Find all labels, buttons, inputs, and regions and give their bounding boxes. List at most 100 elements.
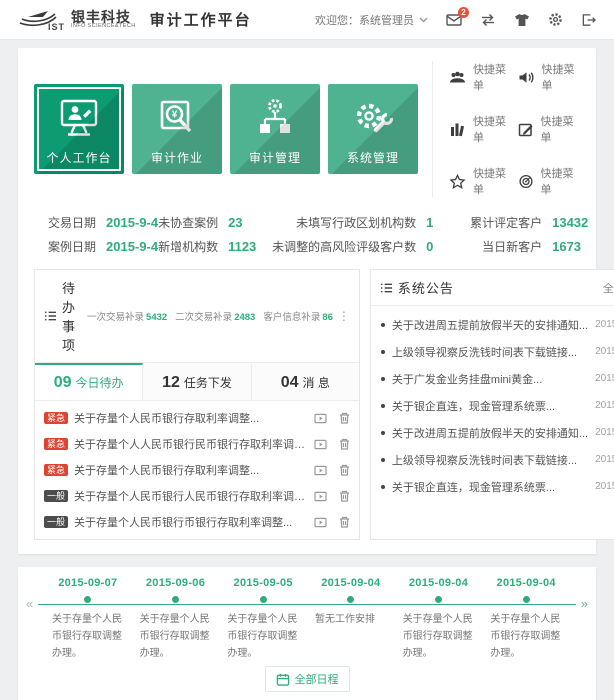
notice-item-date: 2015/08/20: [595, 346, 614, 357]
notice-item[interactable]: 上级领导视察反洗钱时间表下载链接... 2015/08/20: [371, 446, 614, 473]
quick-menu-favorite[interactable]: 快捷菜单: [449, 165, 512, 197]
timeline-text: 关于存量个人民币银行存取调整办理。: [225, 611, 301, 662]
todo-counters: 一次交易补录5432 二次交易补录2483 客户信息补录86: [87, 309, 333, 323]
priority-badge: 一般: [44, 490, 68, 502]
timeline-entry[interactable]: 2015-09-06 关于存量个人民币银行存取调整办理。: [132, 577, 220, 662]
stat-group-org: 未填写行政区划机构数1 未调整的高风险评级客户数0: [272, 214, 470, 255]
todo-tab[interactable]: 12任务下发: [143, 363, 251, 400]
timeline-text: 暂无工作安排: [313, 611, 389, 628]
notice-item-text[interactable]: 上级领导视察反洗钱时间表下载链接...: [392, 452, 588, 468]
notice-item-text[interactable]: 上级领导视察反洗钱时间表下载链接...: [392, 344, 588, 360]
trash-icon[interactable]: [339, 412, 350, 424]
stat-label: 当日新客户: [470, 238, 542, 255]
todo-counter[interactable]: 一次交易补录5432: [87, 309, 167, 323]
todo-item[interactable]: 紧急 关于存量个人人民币银行民币银行存取利率调整...: [35, 431, 359, 457]
tile-label: 审计管理: [230, 149, 320, 166]
notice-all-link[interactable]: 全部214: [603, 280, 614, 296]
notice-item[interactable]: 上级领导视察反洗钱时间表下载链接... 2015/08/20: [371, 338, 614, 365]
all-schedule-button[interactable]: 全部日程: [265, 666, 350, 692]
quick-menu-edit[interactable]: 快捷菜单: [518, 113, 581, 145]
notice-item-text[interactable]: 关于银企直连，现金管理系统票...: [392, 398, 588, 414]
notice-item-text[interactable]: 关于广发金业务挂盘mini黄金...: [392, 371, 588, 387]
forward-icon[interactable]: [314, 517, 327, 528]
forward-icon[interactable]: [314, 439, 327, 450]
stat-value: 1123: [228, 239, 272, 254]
todo-tab[interactable]: 09今日待办: [35, 363, 143, 400]
all-schedule-label: 全部日程: [295, 671, 339, 687]
todo-tab[interactable]: 04消 息: [252, 363, 359, 400]
notice-item-text[interactable]: 关于银企直连，现金管理系统票...: [392, 479, 588, 495]
notice-item-date: 2015/08/20: [595, 427, 614, 438]
tile-system-management[interactable]: 系统管理: [328, 84, 418, 174]
notice-item-text[interactable]: 关于改进周五提前放假半天的安排通知...: [392, 317, 588, 333]
message-icon[interactable]: 2: [446, 13, 462, 27]
notice-item[interactable]: 关于银企直连，现金管理系统票... 2015/08/20: [371, 473, 614, 500]
trash-icon[interactable]: [339, 516, 350, 528]
notice-item-date: 2015/08/20: [595, 400, 614, 411]
notice-item[interactable]: 关于银企直连，现金管理系统票... 2015/08/20: [371, 392, 614, 419]
quick-menu-target[interactable]: 快捷菜单: [518, 165, 581, 197]
stat-label: 案例日期: [48, 238, 96, 255]
notice-item-text[interactable]: 关于改进周五提前放假半天的安排通知...: [392, 425, 588, 441]
timeline-prev-icon[interactable]: «: [26, 597, 33, 610]
trash-icon[interactable]: [339, 438, 350, 450]
bullet-icon: [381, 377, 385, 381]
quick-menu-speaker[interactable]: 快捷菜单: [518, 61, 581, 93]
todo-list: 紧急 关于存量个人民币银行存取利率调整...: [35, 401, 359, 539]
notice-panel: 系统公告 全部214 关于改进周五提前放假半天的安排通知... 2015/08/…: [370, 269, 614, 540]
timeline-entry[interactable]: 2015-09-04 暂无工作安排: [307, 577, 395, 662]
notice-item[interactable]: 关于改进周五提前放假半天的安排通知... 2015/08/20: [371, 419, 614, 446]
notice-item[interactable]: 关于广发金业务挂盘mini黄金... 2015/08/20: [371, 365, 614, 392]
user-menu[interactable]: 欢迎您：系统管理员: [315, 12, 428, 28]
target-icon: [518, 174, 534, 189]
timeline-track: 2015-09-07 关于存量个人民币银行存取调整办理。 2015-09-06 …: [44, 577, 570, 662]
stat-value: 0: [426, 239, 470, 254]
quick-menu-label: 快捷菜单: [541, 165, 581, 197]
todo-item[interactable]: 一般 关于存量个人民币银行币银行存取利率调整...: [35, 509, 359, 535]
page-title: 审计工作平台: [150, 9, 252, 30]
stat-label: 未调整的高风险评级客户数: [272, 238, 416, 255]
quick-menu-report[interactable]: 快捷菜单: [449, 113, 512, 145]
list-icon: [44, 310, 57, 322]
timeline-dot-icon: [84, 596, 91, 603]
more-menu-icon[interactable]: ⋮: [338, 310, 350, 322]
forward-icon[interactable]: [314, 465, 327, 476]
notice-item[interactable]: 关于改进周五提前放假半天的安排通知... 2015/08/20: [371, 311, 614, 338]
top-header: IST 银丰科技 INFO SCIENCE&TECH 审计工作平台 欢迎您：系统…: [0, 0, 614, 40]
quick-menu-label: 快捷菜单: [473, 165, 512, 197]
timeline-entry[interactable]: 2015-09-07 关于存量个人民币银行存取调整办理。: [44, 577, 132, 662]
timeline-entry[interactable]: 2015-09-04 关于存量个人民币银行存取调整办理。: [395, 577, 483, 662]
gear-wrench-icon: [328, 96, 418, 142]
tile-audit-job[interactable]: ¥ 审计作业: [132, 84, 222, 174]
tile-personal-workbench[interactable]: 个人工作台: [34, 84, 124, 174]
todo-item[interactable]: 紧急 关于存量个人民币银行存取利率调整...: [35, 457, 359, 483]
timeline-dot-icon: [347, 596, 354, 603]
timeline-entry[interactable]: 2015-09-05 关于存量个人民币银行存取调整办理。: [219, 577, 307, 662]
swap-icon[interactable]: [480, 13, 496, 27]
calendar-icon: [276, 673, 290, 686]
todo-panel-title: 待办事项: [62, 278, 76, 354]
todo-item-text: 关于存量个人民币银行币银行存取利率调整...: [74, 514, 308, 530]
message-badge: 2: [458, 7, 469, 18]
priority-badge: 紧急: [44, 464, 68, 476]
todo-counter[interactable]: 客户信息补录86: [263, 309, 333, 323]
todo-item[interactable]: 紧急 关于存量个人民币银行存取利率调整...: [35, 405, 359, 431]
stat-value: 2015-9-4: [106, 215, 158, 230]
todo-counter[interactable]: 二次交易补录2483: [175, 309, 255, 323]
stat-group-customers: 累计评定客户13432 当日新客户1673: [470, 214, 596, 255]
todo-item[interactable]: 一般 关于存量个人民币银行人民币银行存取利率调整...: [35, 483, 359, 509]
forward-icon[interactable]: [314, 491, 327, 502]
trash-icon[interactable]: [339, 490, 350, 502]
timeline-text: 关于存量个人民币银行存取调整办理。: [488, 611, 564, 662]
gear-icon[interactable]: [548, 12, 563, 27]
logout-icon[interactable]: [581, 13, 596, 27]
theme-shirt-icon[interactable]: [514, 13, 530, 27]
notice-item-date: 2015/08/20: [595, 373, 614, 384]
quick-menu-group[interactable]: 快捷菜单: [449, 61, 512, 93]
tile-audit-management[interactable]: 审计管理: [230, 84, 320, 174]
module-tiles: 个人工作台 ¥ 审计作业: [34, 84, 418, 174]
trash-icon[interactable]: [339, 464, 350, 476]
timeline-next-icon[interactable]: »: [581, 597, 588, 610]
timeline-entry[interactable]: 2015-09-04 关于存量个人民币银行存取调整办理。: [482, 577, 570, 662]
forward-icon[interactable]: [314, 413, 327, 424]
